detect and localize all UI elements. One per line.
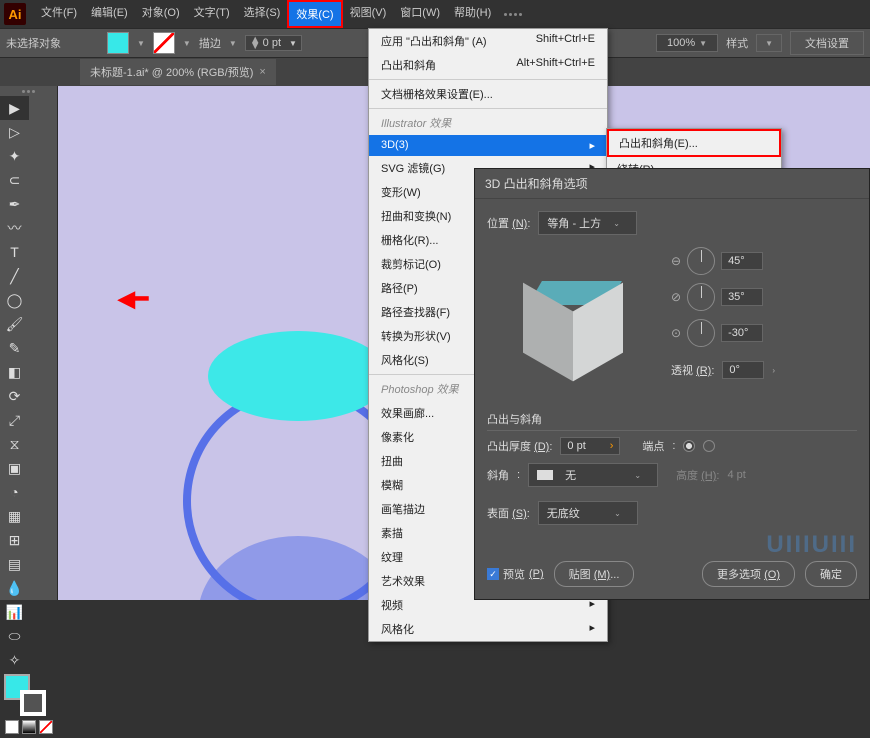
- more-options-button[interactable]: 更多选项 (O): [702, 561, 795, 587]
- axis-z-icon: ⊙: [671, 326, 681, 340]
- menu-item[interactable]: 选择(S): [237, 0, 288, 28]
- document-setup-button[interactable]: 文档设置: [790, 31, 864, 55]
- zoom-input[interactable]: 100%▼: [656, 34, 718, 52]
- artwork-ellipse[interactable]: [208, 331, 388, 421]
- menu-item[interactable]: 编辑(E): [84, 0, 135, 28]
- menu-item[interactable]: 对象(O): [135, 0, 187, 28]
- menu-item[interactable]: 文件(F): [34, 0, 84, 28]
- stroke-swatch[interactable]: [153, 32, 175, 54]
- style-label: 样式: [726, 35, 748, 51]
- stroke-color-swatch[interactable]: [20, 690, 46, 716]
- eyedropper-tool[interactable]: 💧: [0, 576, 29, 600]
- surface-label: 表面 (S):: [487, 505, 530, 521]
- cap-on-radio[interactable]: [683, 440, 695, 452]
- pen-tool[interactable]: ✒: [0, 192, 29, 216]
- ok-button[interactable]: 确定: [805, 561, 857, 587]
- line-tool[interactable]: ╱: [0, 264, 29, 288]
- menu-item[interactable]: 应用 "凸出和斜角" (A)Shift+Ctrl+E: [369, 29, 607, 53]
- chevron-down-icon[interactable]: ▼: [137, 39, 145, 48]
- cap-label: 端点: [642, 438, 664, 454]
- free-transform-tool[interactable]: ▣: [0, 456, 29, 480]
- rotation-x-value[interactable]: 45°: [721, 252, 763, 270]
- rotation-x-dial[interactable]: [687, 247, 715, 275]
- cap-off-radio[interactable]: [703, 440, 715, 452]
- direct-selection-tool[interactable]: ▷: [0, 120, 29, 144]
- scale-tool[interactable]: ⤢: [0, 408, 29, 432]
- depth-label: 凸出厚度 (D):: [487, 438, 552, 454]
- curvature-tool[interactable]: 〰: [0, 216, 29, 240]
- document-tab[interactable]: 未标题-1.ai* @ 200% (RGB/预览) ×: [80, 59, 276, 85]
- gradient-tool[interactable]: ▤: [0, 552, 29, 576]
- selection-tool[interactable]: ▶: [0, 96, 29, 120]
- width-tool[interactable]: ⧖: [0, 432, 29, 456]
- preview-checkbox[interactable]: ✓预览 (P): [487, 566, 544, 582]
- bevel-label: 斜角: [487, 467, 509, 483]
- ellipse-tool[interactable]: ◯: [0, 288, 29, 312]
- menu-item[interactable]: 3D(3)▸: [369, 135, 607, 156]
- map-art-button[interactable]: 贴图 (M)...: [554, 561, 635, 587]
- menu-item-doc-grid[interactable]: 文档栅格效果设置(E)...: [369, 82, 607, 106]
- perspective-label: 透视 (R):: [671, 362, 714, 378]
- menu-item[interactable]: 效果(C): [287, 0, 342, 28]
- stroke-weight-input[interactable]: ▲▼0 pt▼: [245, 35, 302, 51]
- close-icon[interactable]: ×: [259, 66, 265, 78]
- perspective-tool[interactable]: ▦: [0, 504, 29, 528]
- paintbrush-tool[interactable]: 🖌: [0, 312, 29, 336]
- style-dropdown[interactable]: ▼: [756, 34, 782, 52]
- panel-grip-icon[interactable]: [0, 86, 57, 96]
- menu-item[interactable]: 帮助(H): [447, 0, 498, 28]
- fill-stroke-swatches[interactable]: [0, 672, 57, 716]
- symbol-sprayer-tool[interactable]: ✧: [0, 648, 29, 672]
- menu-item[interactable]: 视图(V): [343, 0, 394, 28]
- shaper-tool[interactable]: ✎: [0, 336, 29, 360]
- position-dropdown[interactable]: 等角 - 上方⌄: [538, 211, 636, 235]
- menu-item[interactable]: 凸出和斜角Alt+Shift+Ctrl+E: [369, 53, 607, 77]
- magic-wand-tool[interactable]: ✦: [0, 144, 29, 168]
- axis-x-icon: ⊖: [671, 254, 681, 268]
- grip-icon: [504, 13, 522, 16]
- annotation-arrow-icon: ◀━: [118, 286, 148, 312]
- surface-dropdown[interactable]: 无底纹⌄: [538, 501, 638, 525]
- rotation-y-value[interactable]: 35°: [721, 288, 763, 306]
- height-value: 4 pt: [727, 469, 745, 481]
- position-label: 位置 (N):: [487, 215, 530, 231]
- lasso-tool[interactable]: ⊂: [0, 168, 29, 192]
- menu-bar: Ai 文件(F)编辑(E)对象(O)文字(T)选择(S)效果(C)视图(V)窗口…: [0, 0, 870, 28]
- blend-tool[interactable]: ⬭: [0, 624, 29, 648]
- menu-section-header: Illustrator 效果: [369, 111, 607, 135]
- selection-status: 未选择对象: [6, 35, 61, 51]
- mesh-tool[interactable]: ⊞: [0, 528, 29, 552]
- rotation-z-value[interactable]: -30°: [721, 324, 763, 342]
- menu-item[interactable]: 风格化▸: [369, 617, 607, 641]
- fill-swatch[interactable]: [107, 32, 129, 54]
- color-mode-swatches[interactable]: [0, 716, 57, 738]
- dialog-title: 3D 凸出和斜角选项: [475, 169, 869, 199]
- tab-title: 未标题-1.ai* @ 200% (RGB/预览): [90, 64, 253, 80]
- extrude-section-header: 凸出与斜角: [487, 411, 857, 431]
- 3d-extrude-dialog: 3D 凸出和斜角选项 位置 (N): 等角 - 上方⌄ ⊖ 45° ⊘ 35° ⊙ -…: [474, 168, 870, 600]
- height-label: 高度 (H):: [676, 467, 719, 483]
- rotation-y-dial[interactable]: [687, 283, 715, 311]
- chevron-down-icon[interactable]: ▼: [183, 39, 191, 48]
- measure-tool[interactable]: 📊: [0, 600, 29, 624]
- type-tool[interactable]: T: [0, 240, 29, 264]
- submenu-item-extrude[interactable]: 凸出和斜角(E)...: [607, 129, 781, 157]
- menu-item[interactable]: 窗口(W): [393, 0, 447, 28]
- 3d-preview[interactable]: [487, 243, 657, 403]
- depth-input[interactable]: 0 pt›: [560, 437, 620, 455]
- rotate-tool[interactable]: ⟳: [0, 384, 29, 408]
- perspective-input[interactable]: 0°: [722, 361, 764, 379]
- bevel-dropdown[interactable]: 无⌄: [528, 463, 658, 487]
- app-logo: Ai: [4, 3, 26, 25]
- menu-item[interactable]: 文字(T): [187, 0, 237, 28]
- shape-builder-tool[interactable]: ◔: [0, 480, 29, 504]
- eraser-tool[interactable]: ◧: [0, 360, 29, 384]
- stroke-label: 描边: [199, 35, 221, 51]
- axis-y-icon: ⊘: [671, 290, 681, 304]
- rotation-z-dial[interactable]: [687, 319, 715, 347]
- tools-panel: ▶ ▷ ✦ ⊂ ✒ 〰 T ╱ ◯ 🖌 ✎ ◧ ⟳ ⤢ ⧖ ▣ ◔ ▦ ⊞ ▤ …: [0, 86, 58, 600]
